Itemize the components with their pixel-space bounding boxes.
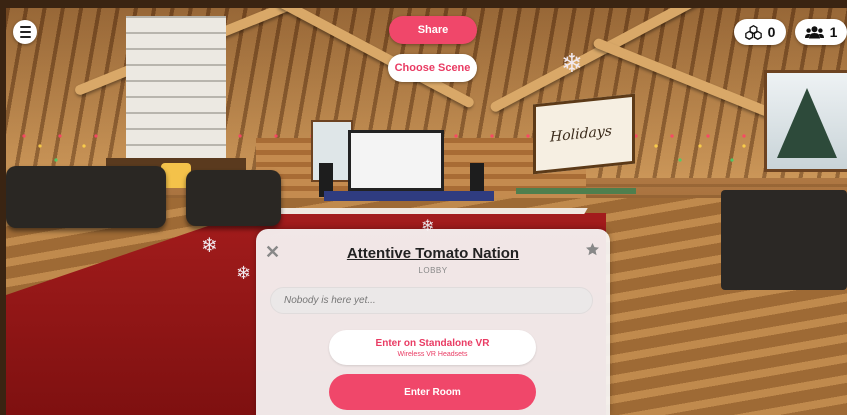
choose-scene-button[interactable]: Choose Scene	[388, 54, 477, 82]
rug-edge	[244, 208, 588, 214]
people-counter-button[interactable]: 1	[795, 19, 847, 45]
stone-chimney	[126, 16, 226, 166]
wall-screen-right	[721, 190, 847, 290]
hamburger-menu-icon	[19, 25, 31, 40]
sofa-right	[186, 170, 281, 226]
snowy-tree	[777, 88, 837, 158]
poster-text: Holidays	[550, 123, 612, 146]
people-count: 1	[829, 24, 838, 40]
lobby-subtitle: LOBBY	[418, 266, 448, 275]
stage	[324, 191, 494, 201]
holiday-poster: Holidays	[533, 93, 635, 175]
people-icon	[804, 25, 824, 39]
enter-room-button[interactable]: Enter Room	[329, 374, 536, 410]
presence-list: Nobody is here yet...	[270, 287, 593, 314]
snowflake-decoration: ❄	[561, 48, 583, 78]
presence-empty-text: Nobody is here yet...	[284, 295, 376, 306]
snowflake-decoration: ❄	[236, 263, 252, 283]
bench	[516, 188, 636, 194]
enter-standalone-vr-button[interactable]: Enter on Standalone VR Wireless VR Heads…	[329, 330, 536, 365]
projector-screen	[348, 130, 444, 191]
vr-button-sublabel: Wireless VR Headsets	[397, 350, 468, 358]
vr-button-label: Enter on Standalone VR	[375, 337, 490, 349]
sofa-left	[6, 166, 166, 228]
snowflake-decoration: ❄	[201, 235, 218, 257]
room-name: Attentive Tomato Nation	[346, 245, 520, 262]
objects-counter-button[interactable]: 0	[734, 19, 786, 45]
objects-count: 0	[767, 24, 776, 40]
window-right	[764, 70, 847, 172]
menu-button[interactable]	[13, 20, 37, 44]
share-button[interactable]: Share	[389, 16, 477, 44]
lobby-panel: ✕ Attentive Tomato Nation LOBBY Nobody i…	[256, 229, 610, 415]
objects-icon	[744, 24, 762, 40]
